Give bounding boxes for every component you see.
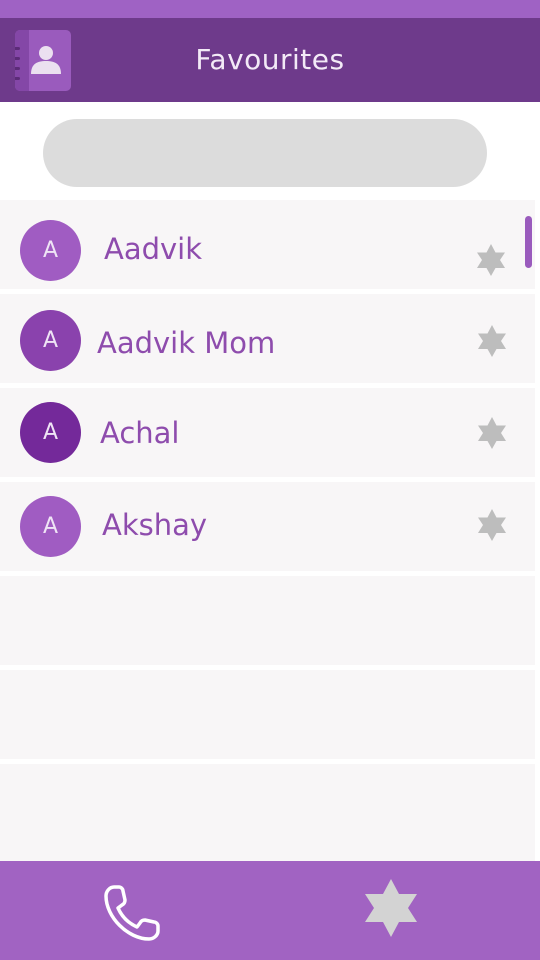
contact-row[interactable]: A Akshay bbox=[0, 482, 535, 571]
avatar: A bbox=[20, 310, 81, 371]
empty-row bbox=[0, 576, 535, 665]
favourite-star-icon[interactable] bbox=[476, 416, 508, 450]
avatar: A bbox=[20, 402, 81, 463]
page-title: Favourites bbox=[195, 43, 345, 76]
favourite-star-icon[interactable] bbox=[475, 243, 507, 277]
contact-row[interactable]: A Achal bbox=[0, 388, 535, 477]
favourite-star-icon[interactable] bbox=[476, 324, 508, 358]
contact-name: Achal bbox=[100, 416, 180, 450]
avatar: A bbox=[20, 220, 81, 281]
contact-name: Aadvik Mom bbox=[97, 326, 276, 360]
avatar: A bbox=[20, 496, 81, 557]
contact-name: Aadvik bbox=[104, 232, 203, 266]
empty-row bbox=[0, 764, 535, 861]
empty-row bbox=[0, 670, 535, 759]
search-area bbox=[0, 102, 540, 200]
contact-row[interactable]: A Aadvik Mom bbox=[0, 294, 535, 383]
bottom-navigation bbox=[0, 861, 540, 960]
status-strip bbox=[0, 0, 540, 18]
contact-name: Akshay bbox=[102, 508, 208, 542]
star-icon[interactable] bbox=[360, 877, 422, 939]
contact-row[interactable]: A Aadvik bbox=[0, 200, 535, 289]
favourite-star-icon[interactable] bbox=[476, 508, 508, 542]
scrollbar-thumb[interactable] bbox=[525, 216, 532, 268]
phone-icon[interactable] bbox=[100, 881, 164, 945]
search-input[interactable] bbox=[43, 119, 487, 187]
